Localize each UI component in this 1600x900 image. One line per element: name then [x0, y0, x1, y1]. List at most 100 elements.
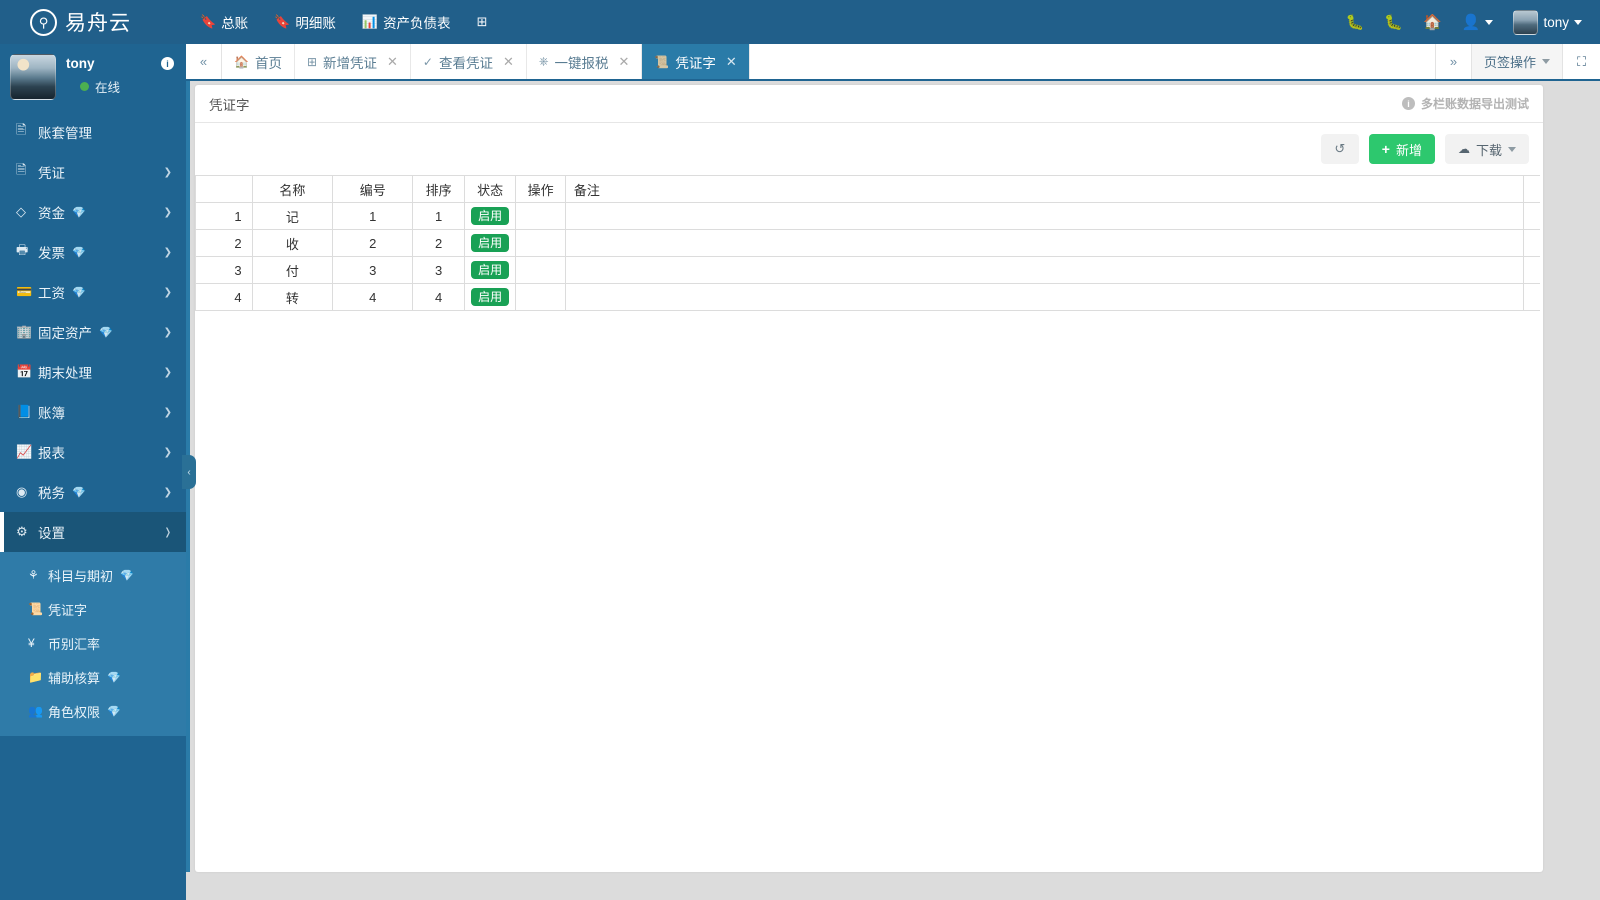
sidebar-item-label: 设置: [38, 526, 65, 541]
sidebar-item-fixed-asset[interactable]: 🏢 固定资产 💎 ❯: [0, 312, 186, 352]
tab-label: 查看凭证: [438, 55, 493, 71]
sidebar-item-period-end[interactable]: 📅 期末处理 ❯: [0, 352, 186, 392]
sidebar-item-label: 资金: [38, 206, 65, 221]
add-button[interactable]: + 新增: [1368, 134, 1435, 164]
cell-number: 3: [332, 256, 414, 284]
add-button-label: 新增: [1395, 142, 1422, 158]
fullscreen-icon[interactable]: ⛶: [1562, 44, 1600, 79]
download-button[interactable]: ☁ 下载: [1444, 134, 1529, 164]
chart-icon: 📊: [361, 14, 379, 29]
account-set-icon: 🖹: [16, 122, 27, 137]
gem-icon: 💎: [72, 486, 86, 499]
cell-operation[interactable]: [515, 256, 566, 284]
column-header-index[interactable]: [195, 175, 253, 203]
cell-remark: [564, 283, 1524, 311]
close-icon[interactable]: ✕: [503, 54, 514, 70]
cell-sort: 4: [412, 283, 465, 311]
cell-operation[interactable]: [515, 202, 566, 230]
gear-icon: ⚙: [16, 524, 28, 539]
sidebar-subitem-label: 辅助核算: [48, 670, 101, 686]
brand[interactable]: ⚲ 易舟云: [0, 0, 186, 44]
info-icon: i: [1401, 97, 1415, 110]
tab-new-voucher[interactable]: ⊞ 新增凭证 ✕: [295, 44, 411, 79]
sidebar-subitem-subjects[interactable]: ⚘ 科目与期初 💎: [0, 558, 186, 592]
column-header-sort[interactable]: 排序: [412, 175, 465, 203]
table-row[interactable]: 2 收 2 2 启用: [195, 229, 1540, 257]
sidebar-submenu-settings: ⚘ 科目与期初 💎 📜 凭证字 ¥ 币别汇率 📁 辅助核算 💎 👥 角色权限 💎: [0, 552, 186, 736]
table-row[interactable]: 4 转 4 4 启用: [195, 283, 1540, 311]
home-icon[interactable]: 🏠: [1423, 13, 1442, 31]
chevron-down-icon: [1508, 146, 1516, 152]
tab-operations-menu[interactable]: 页签操作: [1470, 44, 1562, 79]
gem-icon: 💎: [72, 246, 86, 259]
sidebar-subitem-role-permission[interactable]: 👥 角色权限 💎: [0, 694, 186, 728]
tab-home[interactable]: 🏠 首页: [222, 44, 295, 79]
info-badge[interactable]: i: [161, 57, 174, 70]
status-badge: 启用: [471, 206, 510, 226]
tab-one-click-tax[interactable]: ⎈ 一键报税 ✕: [527, 44, 643, 79]
table-row[interactable]: 3 付 3 3 启用: [195, 256, 1540, 284]
topnav-item-add-panel[interactable]: ⊞: [475, 10, 495, 34]
sidebar-item-ledger[interactable]: 📘 账簿 ❯: [0, 392, 186, 432]
bug-icon[interactable]: 🐛: [1346, 13, 1365, 31]
refresh-button[interactable]: ↺: [1320, 134, 1359, 164]
cell-operation[interactable]: [515, 229, 566, 257]
profile-status-label: 在线: [95, 81, 121, 95]
tab-view-voucher[interactable]: ✓ 查看凭证 ✕: [411, 44, 527, 79]
sidebar-item-settings[interactable]: ⚙ 设置 ❭: [0, 512, 186, 552]
column-header-number[interactable]: 编号: [332, 175, 414, 203]
topnav-item-detail-ledger[interactable]: 🔖 明细账: [272, 8, 338, 36]
voucher-word-icon: 📜: [654, 54, 670, 69]
chevron-down-icon: [1574, 19, 1582, 25]
account-menu[interactable]: tony: [1513, 9, 1582, 35]
main-panel: 凭证字 i 多栏账数据导出测试 ↺ + 新增 ☁ 下载 名称 编号 排序 状态 …: [195, 85, 1543, 872]
double-chevron-right-icon[interactable]: »: [1434, 44, 1471, 79]
cell-number: 1: [332, 202, 414, 230]
sidebar-subitem-voucher-word[interactable]: 📜 凭证字: [0, 592, 186, 626]
tab-label: 凭证字: [675, 55, 716, 71]
chevron-right-icon: ❯: [163, 366, 172, 378]
panel-note: i 多栏账数据导出测试: [1401, 95, 1529, 112]
sidebar-profile[interactable]: tony i 在线: [0, 44, 186, 108]
user-menu[interactable]: 👤: [1462, 13, 1494, 31]
sidebar-item-salary[interactable]: 💳 工资 💎 ❯: [0, 272, 186, 312]
top-nav: 🔖 总账 🔖 明细账 📊 资产负债表 ⊞: [198, 8, 494, 36]
sidebar-item-report[interactable]: 📈 报表 ❯: [0, 432, 186, 472]
close-icon[interactable]: ✕: [619, 54, 630, 70]
double-chevron-left-icon[interactable]: «: [186, 44, 222, 79]
cell-remark: [564, 202, 1524, 230]
topnav-item-general-ledger[interactable]: 🔖 总账: [198, 8, 250, 36]
sidebar-item-label: 期末处理: [38, 366, 92, 381]
sidebar-item-funds[interactable]: ◇ 资金 💎 ❯: [0, 192, 186, 232]
chevron-right-icon: ❯: [163, 246, 172, 258]
power-icon: ⎈: [538, 54, 549, 68]
sidebar-item-tax[interactable]: ◉ 税务 💎 ❯: [0, 472, 186, 512]
sidebar-subitem-auxiliary[interactable]: 📁 辅助核算 💎: [0, 660, 186, 694]
column-header-state[interactable]: 状态: [463, 175, 517, 203]
close-icon[interactable]: ✕: [726, 54, 737, 70]
cell-name: 付: [251, 256, 334, 284]
home-icon: 🏠: [234, 54, 249, 69]
currency-icon: ¥: [28, 636, 35, 650]
cell-name: 记: [251, 202, 334, 230]
column-header-remark[interactable]: 备注: [564, 175, 1524, 203]
cell-operation[interactable]: [515, 283, 566, 311]
sidebar-collapse-handle[interactable]: ‹: [182, 455, 196, 489]
sidebar-subitem-currency-rate[interactable]: ¥ 币别汇率: [0, 626, 186, 660]
page-title: 凭证字: [209, 97, 250, 113]
sidebar-item-label: 税务: [38, 486, 65, 501]
gem-icon: 💎: [99, 326, 113, 339]
column-header-name[interactable]: 名称: [251, 175, 334, 203]
plus-icon: +: [1381, 141, 1390, 157]
sidebar-item-invoice[interactable]: 🖶 发票 💎 ❯: [0, 232, 186, 272]
sidebar-item-voucher[interactable]: 🗎 凭证 ❯: [0, 152, 186, 192]
voucher-icon: 🗎: [16, 162, 27, 177]
sidebar-subitem-label: 角色权限: [48, 704, 101, 720]
close-icon[interactable]: ✕: [387, 54, 398, 70]
tab-voucher-word[interactable]: 📜 凭证字 ✕: [642, 44, 750, 79]
bug-icon[interactable]: 🐛: [1384, 13, 1403, 31]
column-header-operation[interactable]: 操作: [515, 175, 566, 203]
table-row[interactable]: 1 记 1 1 启用: [195, 202, 1540, 230]
sidebar-item-account-set[interactable]: 🖹 账套管理: [0, 112, 186, 152]
topnav-item-balance-sheet[interactable]: 📊 资产负债表: [360, 8, 453, 36]
